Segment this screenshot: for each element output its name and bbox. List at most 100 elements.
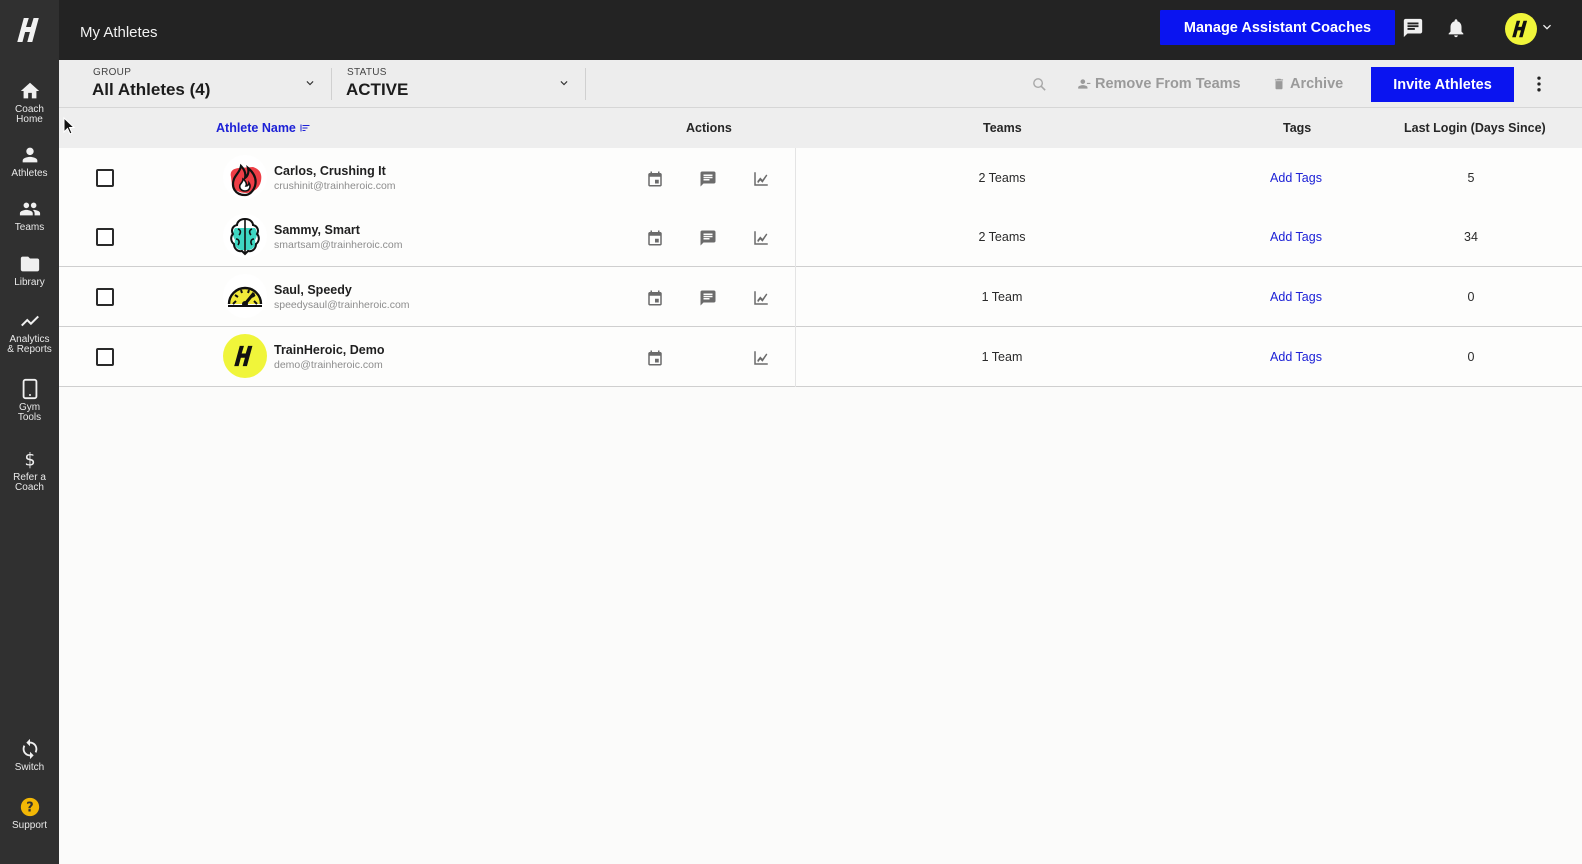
sidebar-item-switch[interactable]: Switch: [0, 738, 59, 773]
column-divider: [795, 327, 796, 387]
column-header-tags: Tags: [1283, 121, 1312, 135]
last-login-days: 34: [1464, 230, 1478, 244]
svg-text:?: ?: [26, 801, 33, 816]
more-vert-icon[interactable]: [1529, 74, 1549, 94]
page-title: My Athletes: [80, 24, 158, 41]
person-remove-icon: [1078, 79, 1091, 89]
speedometer-icon: [227, 286, 263, 307]
filter-divider: [331, 68, 332, 100]
filter-bar: GROUP All Athletes (4) STATUS ACTIVE Rem…: [59, 60, 1582, 108]
sidebar-item-teams[interactable]: Teams: [0, 198, 59, 233]
table-row: TrainHeroic, Demo demo@trainheroic.com 1…: [59, 327, 1582, 387]
message-icon[interactable]: [699, 229, 717, 247]
archive-button[interactable]: Archive: [1272, 74, 1343, 94]
archive-label: Archive: [1290, 76, 1344, 92]
chevron-down-icon[interactable]: [1539, 19, 1555, 35]
column-divider: [795, 148, 796, 208]
add-tags-link[interactable]: Add Tags: [1239, 290, 1353, 304]
analytics-chart-icon[interactable]: [752, 349, 770, 367]
status-value: ACTIVE: [346, 80, 409, 99]
table-row: Sammy, Smart smartsam@trainheroic.com 2 …: [59, 207, 1582, 267]
analytics-chart-icon[interactable]: [752, 289, 770, 307]
search-icon[interactable]: [1031, 76, 1048, 93]
sync-icon: [22, 738, 37, 760]
athlete-teams: 1 Team: [981, 350, 1023, 364]
calendar-icon[interactable]: [646, 349, 664, 367]
person-icon: [22, 147, 37, 163]
table-row: Carlos, Crushing It crushinit@trainheroi…: [59, 148, 1582, 208]
chevron-down-icon: [560, 81, 568, 86]
trending-icon: [20, 315, 39, 327]
top-bar: My Athletes Manage Assistant Coaches: [59, 0, 1582, 60]
last-login-days: 0: [1467, 350, 1475, 364]
user-avatar-logo-icon: [1512, 20, 1528, 38]
add-tags-link[interactable]: Add Tags: [1239, 171, 1353, 185]
message-icon[interactable]: [699, 289, 717, 307]
chevron-down-icon: [306, 81, 314, 86]
chat-icon[interactable]: [1402, 17, 1424, 39]
sidebar-item-refer-coach[interactable]: $ Refer a Coach: [0, 448, 59, 493]
group-icon: [19, 202, 40, 216]
remove-from-teams-label: Remove From Teams: [1095, 76, 1241, 92]
calendar-icon[interactable]: [646, 289, 664, 307]
sidebar-item-label: Refer a Coach: [13, 472, 46, 493]
group-label: GROUP: [93, 67, 132, 78]
column-divider: [795, 267, 796, 327]
last-login-days: 0: [1467, 290, 1475, 304]
invite-athletes-button[interactable]: Invite Athletes: [1371, 67, 1514, 102]
user-avatar[interactable]: [1505, 13, 1537, 45]
add-tags-link[interactable]: Add Tags: [1239, 350, 1353, 364]
flame-avatar: [223, 155, 267, 199]
sidebar-item-support[interactable]: ? Support: [0, 796, 59, 831]
sidebar-item-label: Analytics & Reports: [7, 334, 52, 355]
group-select[interactable]: GROUP All Athletes (4): [92, 60, 318, 108]
sidebar-item-label: Library: [14, 277, 45, 288]
sidebar-item-coach-home[interactable]: Coach Home: [0, 80, 59, 125]
athlete-name[interactable]: TrainHeroic, Demo: [274, 343, 384, 357]
message-icon[interactable]: [699, 170, 717, 188]
sidebar-item-gym-tools[interactable]: Gym Tools: [0, 378, 59, 423]
athlete-email: speedysaul@trainheroic.com: [274, 299, 410, 311]
notifications-bell-icon[interactable]: [1445, 17, 1467, 39]
row-checkbox[interactable]: [96, 228, 114, 246]
sidebar-item-analytics-reports[interactable]: Analytics & Reports: [0, 310, 59, 355]
group-value: All Athletes (4): [92, 80, 211, 99]
analytics-chart-icon[interactable]: [752, 229, 770, 247]
manage-assistant-coaches-button[interactable]: Manage Assistant Coaches: [1160, 10, 1395, 45]
athlete-email: demo@trainheroic.com: [274, 359, 383, 371]
add-tags-link[interactable]: Add Tags: [1239, 230, 1353, 244]
athlete-email: smartsam@trainheroic.com: [274, 239, 403, 251]
column-header-athlete-name[interactable]: Athlete Name: [216, 121, 311, 135]
svg-text:$: $: [24, 450, 35, 470]
sidebar: Coach Home Athletes Teams Library Analyt…: [0, 0, 59, 864]
sort-icon: [300, 124, 310, 132]
table-row: Saul, Speedy speedysaul@trainheroic.com …: [59, 267, 1582, 327]
table-header: Athlete Name Actions Teams Tags Last Log…: [59, 108, 1582, 148]
sidebar-item-athletes[interactable]: Athletes: [0, 144, 59, 179]
dollar-icon: $: [24, 450, 35, 470]
trash-icon: [1274, 78, 1284, 90]
calendar-icon[interactable]: [646, 170, 664, 188]
sidebar-item-label: Teams: [14, 222, 45, 233]
remove-from-teams-button[interactable]: Remove From Teams: [1077, 74, 1241, 94]
athlete-teams: 1 Team: [981, 290, 1023, 304]
athlete-name[interactable]: Saul, Speedy: [274, 283, 352, 297]
row-checkbox[interactable]: [96, 348, 114, 366]
mouse-cursor-icon: [63, 117, 75, 135]
sidebar-item-label: Gym Tools: [17, 402, 42, 423]
sidebar-item-library[interactable]: Library: [0, 253, 59, 288]
trainheroic-logo[interactable]: [0, 0, 59, 59]
row-checkbox[interactable]: [96, 288, 114, 306]
athlete-name[interactable]: Carlos, Crushing It: [274, 164, 386, 178]
calendar-icon[interactable]: [646, 229, 664, 247]
brain-avatar: [223, 214, 267, 258]
row-checkbox[interactable]: [96, 169, 114, 187]
status-select[interactable]: STATUS ACTIVE: [346, 60, 572, 108]
tablet-icon: [22, 378, 37, 400]
athlete-name[interactable]: Sammy, Smart: [274, 223, 360, 237]
filter-divider: [585, 68, 586, 100]
column-header-last-login: Last Login (Days Since): [1404, 121, 1546, 135]
trainheroic-logo-icon: [234, 345, 253, 367]
analytics-chart-icon[interactable]: [752, 170, 770, 188]
sidebar-item-label: Support: [11, 820, 48, 831]
